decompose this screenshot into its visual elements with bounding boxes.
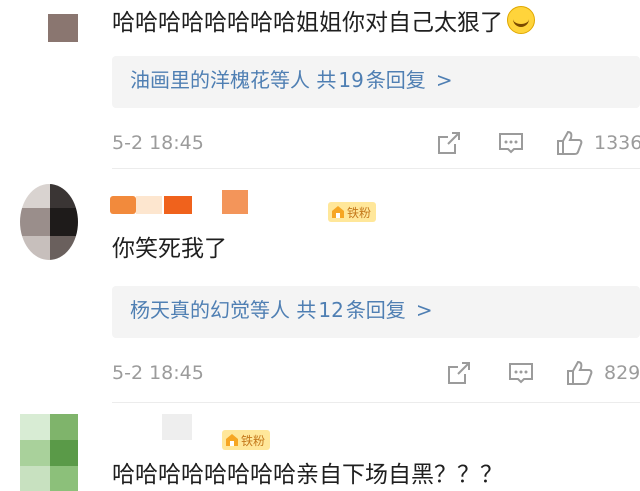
username-pixel: [110, 196, 136, 214]
reply-summary[interactable]: 杨天真的幻觉等人 共 12 条回复 >: [112, 286, 640, 338]
like-count: 1336: [594, 132, 640, 154]
timestamp: 5-2 18:45: [112, 132, 204, 154]
fan-badge: 铁粉: [328, 202, 377, 222]
reply-names[interactable]: 杨天真的幻觉等人: [130, 298, 290, 322]
laughing-crying-emoji-icon: [507, 6, 535, 34]
username-pixel: [164, 196, 192, 214]
fan-badge-label: 铁粉: [241, 433, 266, 448]
comment-actions: 5-2 18:45 829: [112, 360, 640, 388]
comment-text: 你笑死我了: [112, 238, 227, 261]
chevron-right-icon: >: [415, 298, 433, 322]
thumbs-up-icon[interactable]: [556, 130, 584, 156]
reply-prefix: 共: [316, 68, 337, 92]
comment-icon[interactable]: [498, 130, 524, 156]
reply-summary[interactable]: 油画里的洋槐花等人 共 19 条回复 >: [112, 56, 640, 108]
reply-prefix: 共: [296, 298, 317, 322]
comment-feed: 哈哈哈哈哈哈哈哈姐姐你对自己太狠了 油画里的洋槐花等人 共 19 条回复 > 5-2 …: [0, 0, 640, 491]
username-pixel: [136, 196, 162, 214]
divider: [112, 402, 640, 403]
avatar[interactable]: [20, 184, 78, 260]
comment-text-content: 你笑死我了: [112, 236, 227, 262]
username-pixel: [162, 414, 192, 440]
comment-text: 哈哈哈哈哈哈哈哈亲自下场自黑？？？: [112, 464, 503, 487]
thumbs-up-icon[interactable]: [566, 360, 594, 386]
reply-names[interactable]: 油画里的洋槐花等人: [130, 68, 310, 92]
comment-text-content: 哈哈哈哈哈哈哈哈亲自下场自黑？？？: [112, 462, 503, 488]
share-icon[interactable]: [436, 130, 462, 156]
reply-summary-text[interactable]: 杨天真的幻觉等人 共 12 条回复 >: [130, 300, 433, 320]
timestamp: 5-2 18:45: [112, 362, 204, 384]
avatar[interactable]: [48, 14, 78, 42]
reply-summary-text[interactable]: 油画里的洋槐花等人 共 19 条回复 >: [130, 70, 453, 90]
share-icon[interactable]: [446, 360, 472, 386]
chevron-right-icon: >: [435, 68, 453, 92]
fan-badge-label: 铁粉: [347, 205, 372, 220]
comment-text-content: 哈哈哈哈哈哈哈哈姐姐你对自己太狠了: [112, 10, 503, 36]
like-count: 829: [604, 362, 640, 384]
reply-suffix: 条回复: [365, 68, 426, 92]
fan-badge: 铁粉: [222, 430, 271, 450]
comment-icon[interactable]: [508, 360, 534, 386]
comment-text: 哈哈哈哈哈哈哈哈姐姐你对自己太狠了: [112, 6, 535, 35]
username-pixel: [222, 190, 248, 214]
badge-icon: [332, 206, 344, 218]
badge-icon: [226, 434, 238, 446]
reply-count: 19: [338, 68, 364, 92]
reply-count: 12: [318, 298, 344, 322]
comment-actions: 5-2 18:45 1336: [112, 130, 640, 158]
reply-suffix: 条回复: [345, 298, 406, 322]
divider: [112, 168, 640, 169]
avatar[interactable]: [20, 414, 78, 491]
